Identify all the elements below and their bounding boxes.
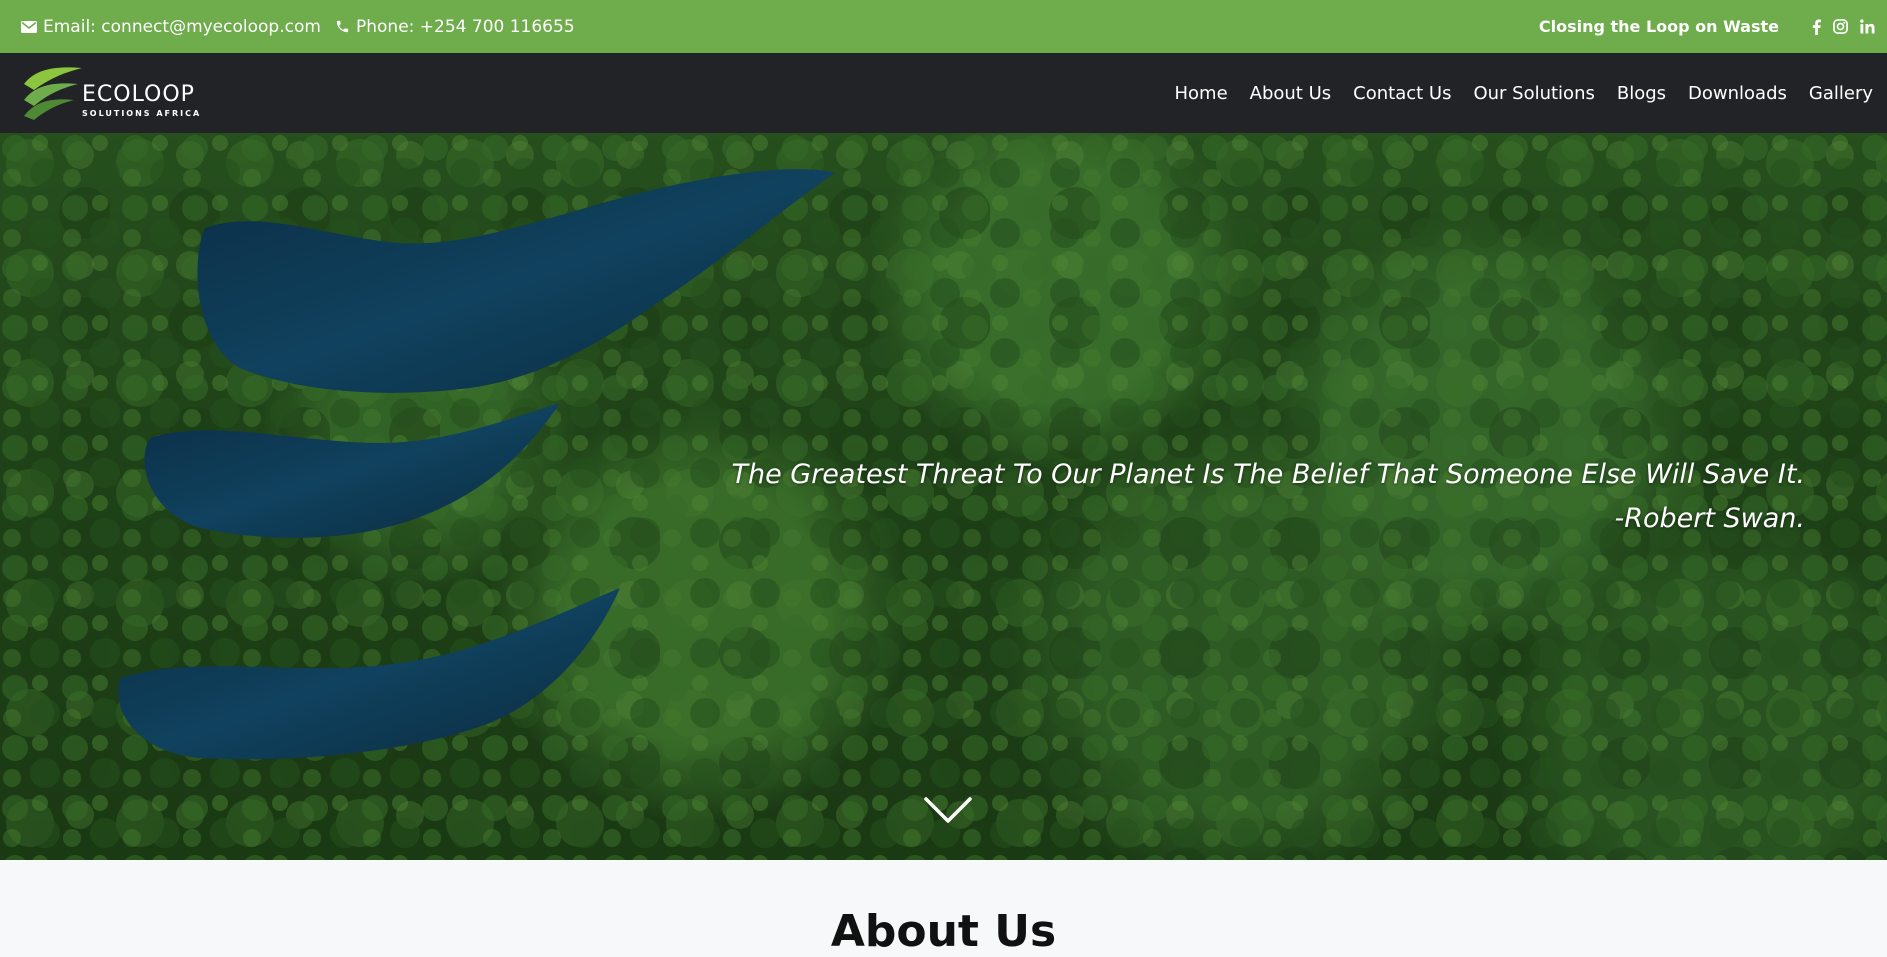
email-label: Email: connect@myecoloop.com [43, 16, 321, 37]
primary-nav: Home About Us Contact Us Our Solutions B… [1174, 53, 1873, 133]
instagram-icon[interactable] [1833, 19, 1848, 34]
leaf-logo-icon [24, 67, 82, 120]
about-heading: About Us [830, 906, 1057, 957]
phone-label: Phone: +254 700 116655 [356, 16, 575, 37]
phone-contact[interactable]: Phone: +254 700 116655 [335, 0, 575, 53]
quote-author: -Robert Swan. [1614, 503, 1805, 534]
brand-subtitle: SOLUTIONS AFRICA [82, 109, 202, 118]
hero-banner: The Greatest Threat To Our Planet Is The… [0, 133, 1887, 860]
phone-icon [336, 20, 349, 33]
quote-text: The Greatest Threat To Our Planet Is The… [731, 459, 1805, 490]
nav-item-blogs[interactable]: Blogs [1617, 83, 1666, 104]
hero-quote: The Greatest Threat To Our Planet Is The… [731, 453, 1805, 541]
tagline: Closing the Loop on Waste [1538, 17, 1779, 36]
brand-logo[interactable]: ECOLOOP SOLUTIONS AFRICA [22, 62, 222, 122]
facebook-icon[interactable] [1812, 19, 1821, 35]
nav-item-contact-us[interactable]: Contact Us [1353, 83, 1451, 104]
brand-name: ECOLOOP [82, 82, 195, 107]
envelope-icon [21, 20, 37, 33]
main-navbar: ECOLOOP SOLUTIONS AFRICA Home About Us C… [0, 53, 1887, 133]
top-bar: Email: connect@myecoloop.com Phone: +254… [0, 0, 1887, 53]
chevron-down-icon[interactable] [923, 795, 973, 827]
linkedin-icon[interactable] [1860, 19, 1875, 34]
nav-item-our-solutions[interactable]: Our Solutions [1473, 83, 1594, 104]
nav-item-home[interactable]: Home [1174, 83, 1227, 104]
nav-item-gallery[interactable]: Gallery [1809, 83, 1873, 104]
social-links [1812, 0, 1875, 53]
nav-item-about-us[interactable]: About Us [1250, 83, 1332, 104]
nav-item-downloads[interactable]: Downloads [1688, 83, 1787, 104]
email-contact[interactable]: Email: connect@myecoloop.com [21, 0, 321, 53]
